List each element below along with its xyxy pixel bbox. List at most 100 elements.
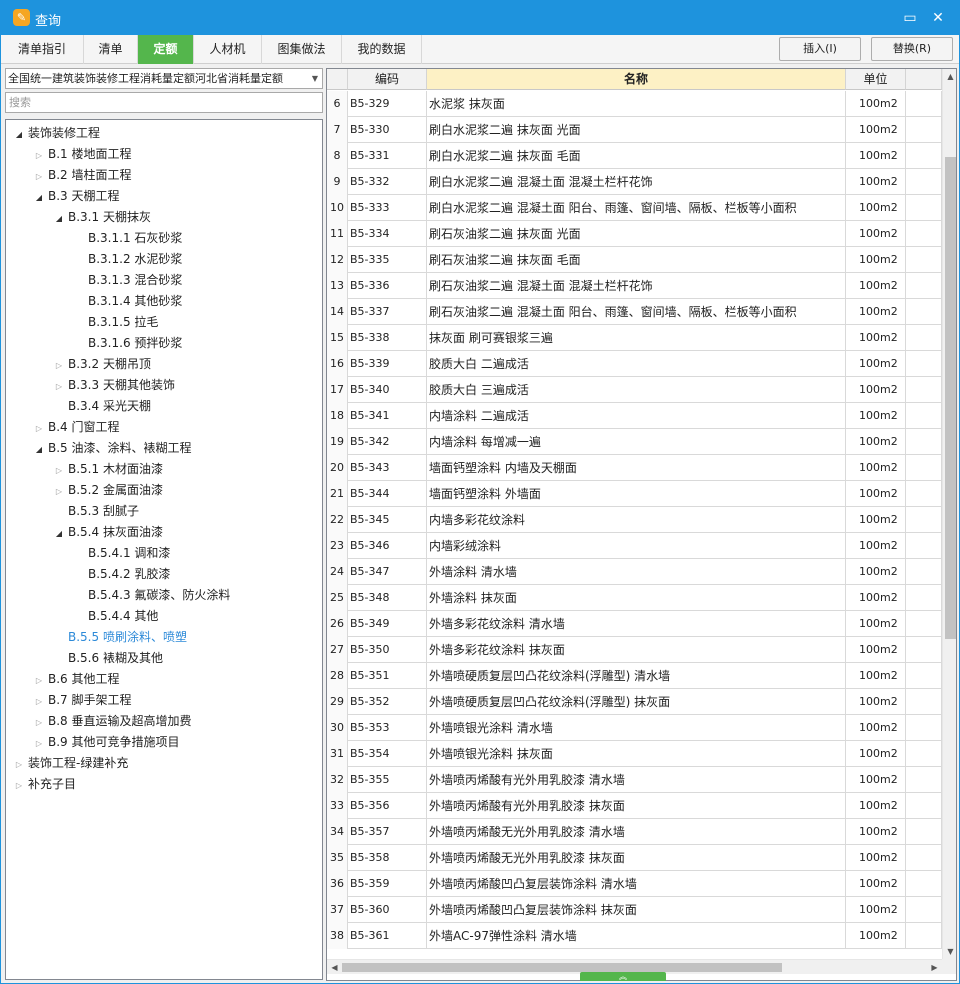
table-row[interactable]: 29 B5-352 外墙喷硬质复层凹凸花纹涂料(浮雕型) 抹灰面 100m2 bbox=[327, 689, 942, 715]
table-row[interactable]: 10 B5-333 刷白水泥浆二遍 混凝土面 阳台、雨篷、窗间墙、隔板、栏板等小面积… bbox=[327, 195, 942, 221]
tree-node[interactable]: ▷ B.2 墙柱面工程 bbox=[30, 165, 132, 186]
vertical-scroll-thumb[interactable] bbox=[945, 157, 956, 639]
tree-node[interactable]: B.3.1.1 石灰砂浆 bbox=[70, 228, 182, 249]
horizontal-scroll-thumb[interactable] bbox=[342, 963, 782, 972]
vertical-scrollbar[interactable]: ▲ ▼ bbox=[942, 69, 956, 959]
tab-bill[interactable]: 清单 bbox=[84, 35, 138, 64]
expanded-arrow-icon[interactable]: ◢ bbox=[30, 187, 48, 208]
tree-node[interactable]: ▷ B.7 脚手架工程 bbox=[30, 690, 132, 711]
table-row[interactable]: 20 B5-343 墙面钙塑涂料 内墙及天棚面 100m2 bbox=[327, 455, 942, 481]
tree-node[interactable]: B.3.4 采光天棚 bbox=[50, 396, 151, 417]
tree-node[interactable]: B.5.4.3 氟碳漆、防火涂料 bbox=[70, 585, 230, 606]
tree-node[interactable]: B.3.1.6 预拌砂浆 bbox=[70, 333, 182, 354]
scroll-right-icon[interactable]: ▶ bbox=[927, 960, 942, 975]
tree-node[interactable]: B.3.1.2 水泥砂浆 bbox=[70, 249, 182, 270]
scroll-down-icon[interactable]: ▼ bbox=[943, 944, 956, 959]
tree-node[interactable]: ◢ B.3.1 天棚抹灰 bbox=[50, 207, 151, 228]
collapsed-arrow-icon[interactable]: ▷ bbox=[30, 733, 48, 754]
scroll-up-icon[interactable]: ▲ bbox=[943, 69, 956, 84]
close-icon[interactable]: ✕ bbox=[927, 7, 949, 29]
library-select[interactable]: 全国统一建筑装饰装修工程消耗量定额河北省消耗量定额 ▼ bbox=[5, 68, 323, 89]
tree-node[interactable]: B.5.4.4 其他 bbox=[70, 606, 158, 627]
tree-node[interactable]: ▷ B.5.2 金属面油漆 bbox=[50, 480, 163, 501]
table-row[interactable]: 8 B5-331 刷白水泥浆二遍 抹灰面 毛面 100m2 bbox=[327, 143, 942, 169]
table-row[interactable]: 28 B5-351 外墙喷硬质复层凹凸花纹涂料(浮雕型) 清水墙 100m2 bbox=[327, 663, 942, 689]
tab-my-data[interactable]: 我的数据 bbox=[342, 35, 422, 64]
tree-node[interactable]: B.5.6 裱糊及其他 bbox=[50, 648, 163, 669]
tree-node[interactable]: ▷ 补充子目 bbox=[10, 774, 76, 795]
table-row[interactable]: 36 B5-359 外墙喷丙烯酸凹凸复层装饰涂料 清水墙 100m2 bbox=[327, 871, 942, 897]
expanded-arrow-icon[interactable]: ◢ bbox=[50, 523, 68, 544]
tree-node[interactable]: ▷ B.1 楼地面工程 bbox=[30, 144, 132, 165]
table-row[interactable]: 33 B5-356 外墙喷丙烯酸有光外用乳胶漆 抹灰面 100m2 bbox=[327, 793, 942, 819]
collapsed-arrow-icon[interactable]: ▷ bbox=[50, 460, 68, 481]
tree-node[interactable]: ◢ B.5.4 抹灰面油漆 bbox=[50, 522, 163, 543]
chapter-tree[interactable]: ◢ 装饰装修工程 ▷ B.1 楼地面工程 ▷ B.2 墙柱面工程 ◢ B.3 天棚工程 ◢ B.3… bbox=[5, 119, 323, 980]
header-code[interactable]: 编码 bbox=[348, 69, 427, 90]
tree-node[interactable]: ▷ B.3.3 天棚其他装饰 bbox=[50, 375, 175, 396]
tree-node[interactable]: ▷ B.3.2 天棚吊顶 bbox=[50, 354, 151, 375]
table-row[interactable]: 35 B5-358 外墙喷丙烯酸无光外用乳胶漆 抹灰面 100m2 bbox=[327, 845, 942, 871]
table-row[interactable]: 30 B5-353 外墙喷银光涂料 清水墙 100m2 bbox=[327, 715, 942, 741]
tree-node[interactable]: B.3.1.4 其他砂浆 bbox=[70, 291, 182, 312]
tree-node[interactable]: ▷ B.5.1 木材面油漆 bbox=[50, 459, 163, 480]
table-row[interactable]: 15 B5-338 抹灰面 刷可赛银浆三遍 100m2 bbox=[327, 325, 942, 351]
tree-node[interactable]: B.3.1.5 拉毛 bbox=[70, 312, 158, 333]
tree-node[interactable]: ▷ B.4 门窗工程 bbox=[30, 417, 120, 438]
table-row[interactable]: 23 B5-346 内墙彩绒涂料 100m2 bbox=[327, 533, 942, 559]
collapsed-arrow-icon[interactable]: ▷ bbox=[30, 670, 48, 691]
collapsed-arrow-icon[interactable]: ▷ bbox=[50, 481, 68, 502]
table-row[interactable]: 18 B5-341 内墙涂料 二遍成活 100m2 bbox=[327, 403, 942, 429]
table-row[interactable]: 14 B5-337 刷石灰油浆二遍 混凝土面 阳台、雨篷、窗间墙、隔板、栏板等小面积… bbox=[327, 299, 942, 325]
table-row[interactable]: 19 B5-342 内墙涂料 每增减一遍 100m2 bbox=[327, 429, 942, 455]
tab-atlas-method[interactable]: 图集做法 bbox=[262, 35, 342, 64]
collapsed-arrow-icon[interactable]: ▷ bbox=[50, 376, 68, 397]
header-extra[interactable] bbox=[906, 69, 942, 90]
collapse-handle-icon[interactable]: ︽ bbox=[580, 972, 666, 981]
tab-labor-material-machine[interactable]: 人材机 bbox=[194, 35, 262, 64]
search-input[interactable] bbox=[5, 92, 323, 113]
scroll-left-icon[interactable]: ◀ bbox=[327, 960, 342, 975]
collapsed-arrow-icon[interactable]: ▷ bbox=[10, 754, 28, 775]
tree-node[interactable]: ▷ 装饰工程-绿建补充 bbox=[10, 753, 128, 774]
table-row[interactable]: 37 B5-360 外墙喷丙烯酸凹凸复层装饰涂料 抹灰面 100m2 bbox=[327, 897, 942, 923]
tree-node[interactable]: ▷ B.9 其他可竞争措施项目 bbox=[30, 732, 180, 753]
expanded-arrow-icon[interactable]: ◢ bbox=[10, 124, 28, 145]
tree-node[interactable]: ▷ B.6 其他工程 bbox=[30, 669, 120, 690]
table-row[interactable]: 12 B5-335 刷石灰油浆二遍 抹灰面 毛面 100m2 bbox=[327, 247, 942, 273]
header-unit[interactable]: 单位 bbox=[846, 69, 906, 90]
table-row[interactable]: 25 B5-348 外墙涂料 抹灰面 100m2 bbox=[327, 585, 942, 611]
collapsed-arrow-icon[interactable]: ▷ bbox=[30, 166, 48, 187]
collapsed-arrow-icon[interactable]: ▷ bbox=[30, 691, 48, 712]
table-row[interactable]: 34 B5-357 外墙喷丙烯酸无光外用乳胶漆 清水墙 100m2 bbox=[327, 819, 942, 845]
tree-node[interactable]: B.5.5 喷刷涂料、喷塑 bbox=[50, 627, 187, 648]
table-row[interactable]: 38 B5-361 外墙AC-97弹性涂料 清水墙 100m2 bbox=[327, 923, 942, 949]
collapsed-arrow-icon[interactable]: ▷ bbox=[30, 712, 48, 733]
expanded-arrow-icon[interactable]: ◢ bbox=[50, 208, 68, 229]
tree-node[interactable]: ◢ 装饰装修工程 bbox=[10, 123, 100, 144]
table-row[interactable]: 16 B5-339 胶质大白 二遍成活 100m2 bbox=[327, 351, 942, 377]
table-row[interactable]: 21 B5-344 墙面钙塑涂料 外墙面 100m2 bbox=[327, 481, 942, 507]
collapsed-arrow-icon[interactable]: ▷ bbox=[50, 355, 68, 376]
table-row[interactable]: 17 B5-340 胶质大白 三遍成活 100m2 bbox=[327, 377, 942, 403]
table-row[interactable]: 6 B5-329 水泥浆 抹灰面 100m2 bbox=[327, 91, 942, 117]
tab-quota[interactable]: 定额 bbox=[138, 35, 194, 64]
collapsed-arrow-icon[interactable]: ▷ bbox=[10, 775, 28, 796]
table-row[interactable]: 22 B5-345 内墙多彩花纹涂料 100m2 bbox=[327, 507, 942, 533]
replace-button[interactable]: 替换(R) bbox=[871, 37, 953, 61]
insert-button[interactable]: 插入(I) bbox=[779, 37, 861, 61]
table-row[interactable]: 31 B5-354 外墙喷银光涂料 抹灰面 100m2 bbox=[327, 741, 942, 767]
collapsed-arrow-icon[interactable]: ▷ bbox=[30, 145, 48, 166]
tree-node[interactable]: ◢ B.3 天棚工程 bbox=[30, 186, 120, 207]
collapsed-arrow-icon[interactable]: ▷ bbox=[30, 418, 48, 439]
tree-node[interactable]: B.5.4.1 调和漆 bbox=[70, 543, 170, 564]
title-bar[interactable]: ✎ 查询 ▭ ✕ bbox=[1, 1, 959, 35]
table-row[interactable]: 32 B5-355 外墙喷丙烯酸有光外用乳胶漆 清水墙 100m2 bbox=[327, 767, 942, 793]
table-row[interactable]: 24 B5-347 外墙涂料 清水墙 100m2 bbox=[327, 559, 942, 585]
table-row[interactable]: 26 B5-349 外墙多彩花纹涂料 清水墙 100m2 bbox=[327, 611, 942, 637]
maximize-icon[interactable]: ▭ bbox=[899, 7, 921, 29]
expanded-arrow-icon[interactable]: ◢ bbox=[30, 439, 48, 460]
tree-node[interactable]: B.5.4.2 乳胶漆 bbox=[70, 564, 170, 585]
tree-node[interactable]: B.3.1.3 混合砂浆 bbox=[70, 270, 182, 291]
table-row[interactable]: 27 B5-350 外墙多彩花纹涂料 抹灰面 100m2 bbox=[327, 637, 942, 663]
